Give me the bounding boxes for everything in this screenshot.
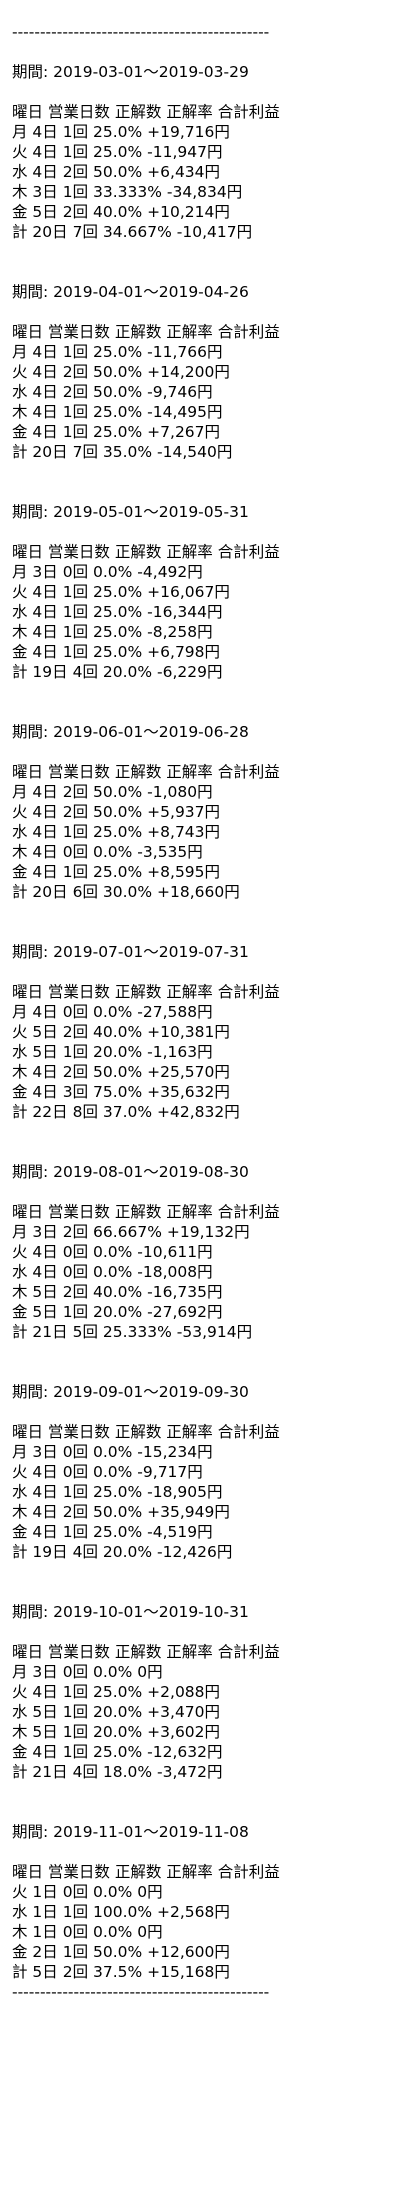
- total-row: 計 21日 5回 25.333% -53,914円: [12, 1323, 253, 1341]
- table-header: 曜日 営業日数 正解数 正解率 合計利益: [12, 763, 280, 781]
- weekday-row: 木 4日 1回 25.0% -8,258円: [12, 623, 213, 641]
- weekday-row: 火 4日 2回 50.0% +5,937円: [12, 803, 221, 821]
- period-section: 期間: 2019-07-01〜2019-07-31 曜日 営業日数 正解数 正解率…: [12, 942, 400, 1162]
- weekday-row: 金 4日 3回 75.0% +35,632円: [12, 1083, 230, 1101]
- period-label: 期間: 2019-07-01〜2019-07-31: [12, 943, 249, 961]
- weekday-row: 火 5日 2回 40.0% +10,381円: [12, 1023, 230, 1041]
- bottom-separator: ----------------------------------------…: [12, 1983, 270, 2001]
- period-label: 期間: 2019-09-01〜2019-09-30: [12, 1383, 249, 1401]
- weekday-row: 火 4日 1回 25.0% +2,088円: [12, 1683, 221, 1701]
- period-section: 期間: 2019-06-01〜2019-06-28 曜日 営業日数 正解数 正解率…: [12, 722, 400, 942]
- weekday-row: 金 5日 2回 40.0% +10,214円: [12, 203, 230, 221]
- weekday-row: 木 1日 0回 0.0% 0円: [12, 1923, 163, 1941]
- weekday-row: 月 4日 1回 25.0% +19,716円: [12, 123, 230, 141]
- total-row: 計 22日 8回 37.0% +42,832円: [12, 1103, 240, 1121]
- weekday-row: 水 5日 1回 20.0% -1,163円: [12, 1043, 213, 1061]
- table-header: 曜日 営業日数 正解数 正解率 合計利益: [12, 1423, 280, 1441]
- total-row: 計 19日 4回 20.0% -6,229円: [12, 663, 223, 681]
- weekday-row: 火 4日 0回 0.0% -9,717円: [12, 1463, 203, 1481]
- period-section: 期間: 2019-04-01〜2019-04-26 曜日 営業日数 正解数 正解率…: [12, 282, 400, 502]
- table-header: 曜日 営業日数 正解数 正解率 合計利益: [12, 1863, 280, 1881]
- weekday-row: 火 1日 0回 0.0% 0円: [12, 1883, 163, 1901]
- weekday-row: 水 1日 1回 100.0% +2,568円: [12, 1903, 230, 1921]
- period-label: 期間: 2019-05-01〜2019-05-31: [12, 503, 249, 521]
- sections-container: 期間: 2019-03-01〜2019-03-29 曜日 営業日数 正解数 正解率…: [12, 62, 400, 1982]
- period-label: 期間: 2019-04-01〜2019-04-26: [12, 283, 249, 301]
- weekday-row: 木 4日 1回 25.0% -14,495円: [12, 403, 223, 421]
- total-row: 計 20日 6回 30.0% +18,660円: [12, 883, 240, 901]
- weekday-row: 木 5日 1回 20.0% +3,602円: [12, 1723, 221, 1741]
- weekday-row: 火 4日 0回 0.0% -10,611円: [12, 1243, 213, 1261]
- weekday-row: 木 4日 2回 50.0% +35,949円: [12, 1503, 230, 1521]
- weekday-row: 金 4日 1回 25.0% +7,267円: [12, 423, 221, 441]
- table-header: 曜日 営業日数 正解数 正解率 合計利益: [12, 1643, 280, 1661]
- weekday-row: 火 4日 2回 50.0% +14,200円: [12, 363, 230, 381]
- period-section: 期間: 2019-05-01〜2019-05-31 曜日 営業日数 正解数 正解率…: [12, 502, 400, 722]
- weekday-row: 木 5日 2回 40.0% -16,735円: [12, 1283, 223, 1301]
- weekday-row: 水 4日 2回 50.0% -9,746円: [12, 383, 213, 401]
- period-label: 期間: 2019-08-01〜2019-08-30: [12, 1163, 249, 1181]
- total-row: 計 20日 7回 34.667% -10,417円: [12, 223, 253, 241]
- weekday-row: 金 4日 1回 25.0% +6,798円: [12, 643, 221, 661]
- weekday-row: 月 3日 0回 0.0% -15,234円: [12, 1443, 213, 1461]
- total-row: 計 19日 4回 20.0% -12,426円: [12, 1543, 233, 1561]
- weekday-row: 木 4日 0回 0.0% -3,535円: [12, 843, 203, 861]
- top-separator: ----------------------------------------…: [12, 23, 270, 41]
- weekday-row: 金 2日 1回 50.0% +12,600円: [12, 1943, 230, 1961]
- weekday-row: 金 4日 1回 25.0% +8,595円: [12, 863, 221, 881]
- period-section: 期間: 2019-09-01〜2019-09-30 曜日 営業日数 正解数 正解率…: [12, 1382, 400, 1602]
- period-label: 期間: 2019-10-01〜2019-10-31: [12, 1603, 249, 1621]
- weekday-row: 月 3日 0回 0.0% 0円: [12, 1663, 163, 1681]
- period-section: 期間: 2019-08-01〜2019-08-30 曜日 営業日数 正解数 正解率…: [12, 1162, 400, 1382]
- period-section: 期間: 2019-03-01〜2019-03-29 曜日 営業日数 正解数 正解率…: [12, 62, 400, 282]
- weekday-row: 金 5日 1回 20.0% -27,692円: [12, 1303, 223, 1321]
- total-row: 計 20日 7回 35.0% -14,540円: [12, 443, 233, 461]
- total-row: 計 5日 2回 37.5% +15,168円: [12, 1963, 230, 1981]
- weekday-row: 木 3日 1回 33.333% -34,834円: [12, 183, 243, 201]
- weekday-row: 火 4日 1回 25.0% +16,067円: [12, 583, 230, 601]
- table-header: 曜日 営業日数 正解数 正解率 合計利益: [12, 983, 280, 1001]
- period-label: 期間: 2019-03-01〜2019-03-29: [12, 63, 249, 81]
- weekday-row: 月 3日 2回 66.667% +19,132円: [12, 1223, 250, 1241]
- table-header: 曜日 営業日数 正解数 正解率 合計利益: [12, 323, 280, 341]
- period-label: 期間: 2019-11-01〜2019-11-08: [12, 1823, 249, 1841]
- weekday-row: 月 4日 0回 0.0% -27,588円: [12, 1003, 213, 1021]
- weekday-row: 水 4日 2回 50.0% +6,434円: [12, 163, 221, 181]
- report-page: ----------------------------------------…: [0, 0, 400, 2200]
- period-label: 期間: 2019-06-01〜2019-06-28: [12, 723, 249, 741]
- period-section: 期間: 2019-11-01〜2019-11-08 曜日 営業日数 正解数 正解率…: [12, 1822, 400, 1982]
- weekday-row: 月 3日 0回 0.0% -4,492円: [12, 563, 203, 581]
- total-row: 計 21日 4回 18.0% -3,472円: [12, 1763, 223, 1781]
- table-header: 曜日 営業日数 正解数 正解率 合計利益: [12, 1203, 280, 1221]
- weekday-row: 水 4日 1回 25.0% -18,905円: [12, 1483, 223, 1501]
- period-section: 期間: 2019-10-01〜2019-10-31 曜日 営業日数 正解数 正解率…: [12, 1602, 400, 1822]
- table-header: 曜日 営業日数 正解数 正解率 合計利益: [12, 543, 280, 561]
- weekday-row: 月 4日 2回 50.0% -1,080円: [12, 783, 213, 801]
- weekday-row: 水 4日 0回 0.0% -18,008円: [12, 1263, 213, 1281]
- weekday-row: 水 4日 1回 25.0% -16,344円: [12, 603, 223, 621]
- weekday-row: 金 4日 1回 25.0% -4,519円: [12, 1523, 213, 1541]
- table-header: 曜日 営業日数 正解数 正解率 合計利益: [12, 103, 280, 121]
- weekday-row: 月 4日 1回 25.0% -11,766円: [12, 343, 223, 361]
- weekday-row: 火 4日 1回 25.0% -11,947円: [12, 143, 223, 161]
- weekday-row: 木 4日 2回 50.0% +25,570円: [12, 1063, 230, 1081]
- weekday-row: 金 4日 1回 25.0% -12,632円: [12, 1743, 223, 1761]
- weekday-row: 水 5日 1回 20.0% +3,470円: [12, 1703, 221, 1721]
- weekday-row: 水 4日 1回 25.0% +8,743円: [12, 823, 221, 841]
